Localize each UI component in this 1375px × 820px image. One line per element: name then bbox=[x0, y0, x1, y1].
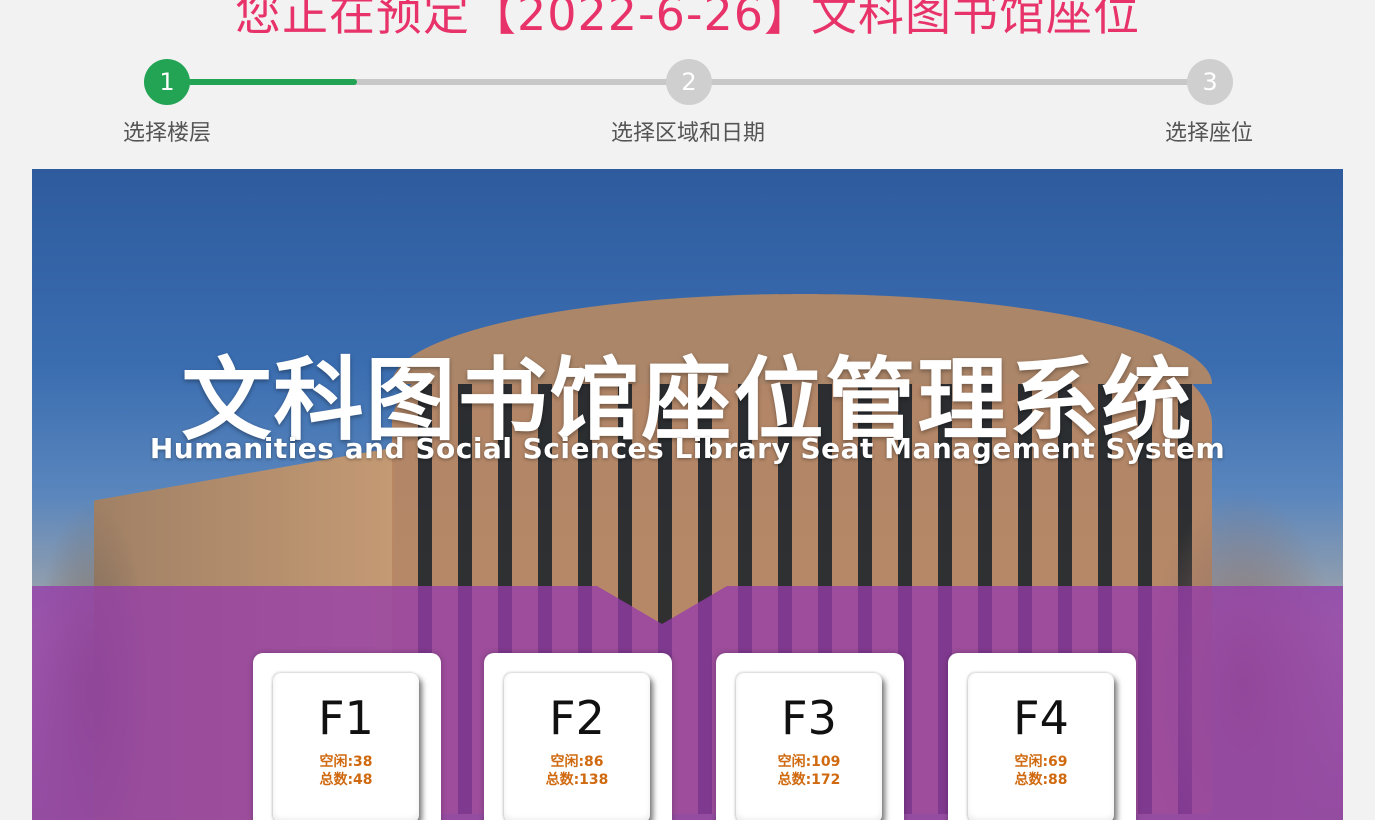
step-3-dot[interactable]: 3 bbox=[1187, 59, 1233, 105]
step-2-dot[interactable]: 2 bbox=[666, 59, 712, 105]
floor-name: F4 bbox=[1013, 691, 1069, 745]
floor-total-count: 总数:172 bbox=[777, 772, 841, 788]
floor-key-f1[interactable]: F1 空闲:38 总数:48 bbox=[273, 673, 419, 820]
floor-key-f4[interactable]: F4 空闲:69 总数:88 bbox=[968, 673, 1114, 820]
floor-total-count: 总数:88 bbox=[1014, 772, 1068, 788]
page-title: 您正在预定【2022-6-26】文科图书馆座位 bbox=[234, 0, 1141, 41]
floor-key-f3[interactable]: F3 空闲:109 总数:172 bbox=[736, 673, 882, 820]
floor-total-count: 总数:138 bbox=[545, 772, 609, 788]
floor-card-f2[interactable]: F2 空闲:86 总数:138 bbox=[484, 653, 672, 820]
floor-name: F1 bbox=[318, 691, 374, 745]
floor-free-count: 空闲:69 bbox=[1014, 754, 1068, 770]
floor-key-f2[interactable]: F2 空闲:86 总数:138 bbox=[504, 673, 650, 820]
progress-track-1 bbox=[170, 79, 690, 85]
progress-fill bbox=[170, 79, 358, 85]
progress-track-2 bbox=[690, 79, 1210, 85]
step-3-label[interactable]: 选择座位 bbox=[1165, 115, 1253, 147]
floor-card-f1[interactable]: F1 空闲:38 总数:48 bbox=[253, 653, 441, 820]
floor-total-count: 总数:48 bbox=[319, 772, 373, 788]
step-2-label[interactable]: 选择区域和日期 bbox=[611, 115, 765, 147]
floor-name: F2 bbox=[549, 691, 605, 745]
floor-list: F1 空闲:38 总数:48 F2 空闲:86 总数:138 F3 空闲:109… bbox=[32, 653, 1343, 820]
step-1-label[interactable]: 选择楼层 bbox=[123, 115, 211, 147]
floor-free-count: 空闲:109 bbox=[777, 754, 841, 770]
banner-subtitle: Humanities and Social Sciences Library S… bbox=[149, 432, 1226, 465]
floor-free-count: 空闲:86 bbox=[550, 754, 604, 770]
floor-card-f3[interactable]: F3 空闲:109 总数:172 bbox=[716, 653, 904, 820]
floor-card-f4[interactable]: F4 空闲:69 总数:88 bbox=[948, 653, 1136, 820]
library-banner: 文科图书馆座位管理系统 Humanities and Social Scienc… bbox=[32, 169, 1343, 820]
floor-name: F3 bbox=[781, 691, 837, 745]
floor-free-count: 空闲:38 bbox=[319, 754, 373, 770]
progress-steps: 1 2 3 选择楼层 选择区域和日期 选择座位 bbox=[0, 55, 1375, 155]
step-1-dot[interactable]: 1 bbox=[144, 59, 190, 105]
